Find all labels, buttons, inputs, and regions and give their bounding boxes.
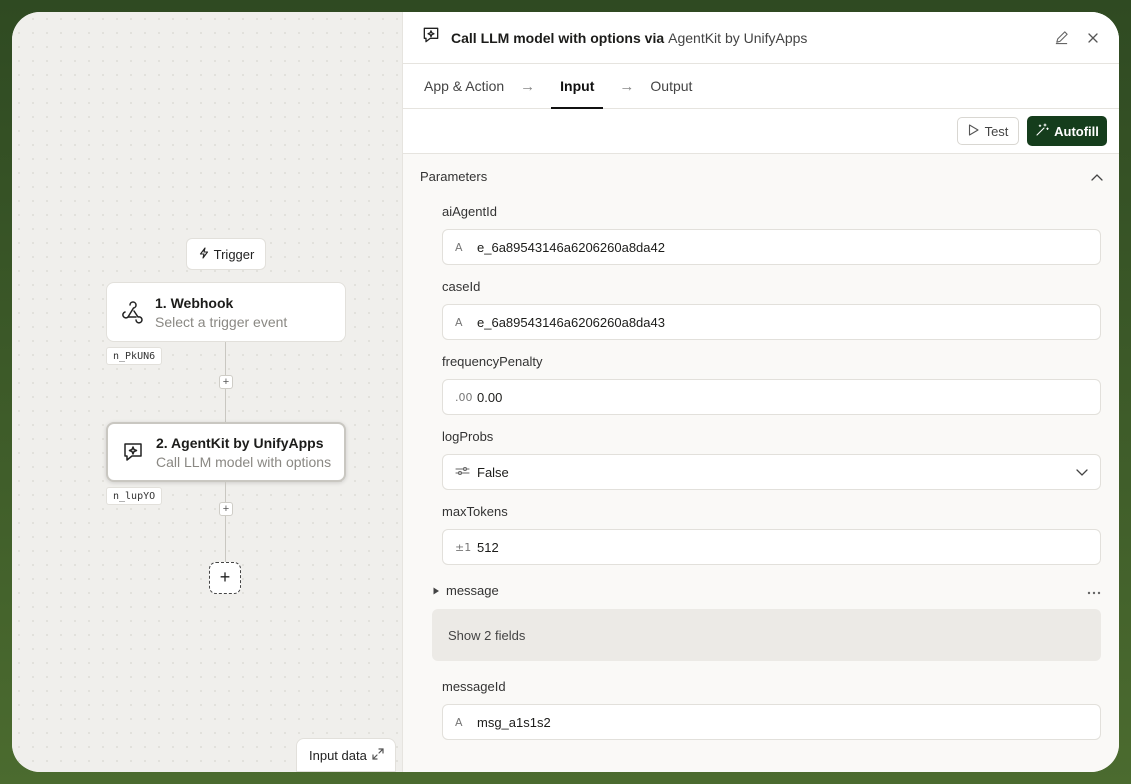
field-label: aiAgentId: [442, 204, 497, 219]
step-tabs: App & Action → Input → Output: [403, 64, 1119, 109]
chevron-down-icon: [1076, 465, 1088, 480]
trigger-pill[interactable]: Trigger: [186, 238, 266, 270]
toggle-type-icon: [455, 466, 477, 479]
more-options-icon[interactable]: [1087, 583, 1101, 598]
webhook-icon: [119, 299, 145, 325]
node-id-tag: n_PkUN6: [106, 347, 163, 365]
show-fields-label: Show 2 fields: [448, 627, 526, 643]
text-type-icon: A: [455, 715, 463, 729]
add-step-button[interactable]: +: [209, 562, 241, 594]
chevron-up-icon: [1091, 169, 1103, 184]
messageid-input[interactable]: A msg_a1s1s2: [442, 704, 1101, 740]
aiagentid-input[interactable]: A e_6a89543146a6206260a8da42: [442, 229, 1101, 265]
field-label: frequencyPenalty: [442, 354, 543, 369]
logprobs-select[interactable]: False: [442, 454, 1101, 490]
panel-toolbar: Test Autofill: [403, 109, 1119, 154]
parameters-section-header[interactable]: Parameters: [403, 154, 1119, 198]
input-data-label: Input data: [309, 747, 367, 763]
insert-step-button[interactable]: +: [219, 502, 233, 516]
ai-chat-icon: [120, 439, 146, 465]
node-subtitle: Call LLM model with options: [156, 453, 332, 470]
field-label: maxTokens: [442, 504, 508, 519]
integer-type-icon: ±1: [455, 540, 472, 554]
panel-title: Call LLM model with options via: [451, 29, 665, 46]
text-type-icon: A: [455, 240, 463, 254]
close-icon[interactable]: [1083, 28, 1103, 48]
ai-chat-icon: [421, 25, 441, 50]
test-label: Test: [984, 123, 1009, 139]
message-group-header[interactable]: message: [432, 577, 1101, 603]
trigger-label: Trigger: [213, 246, 255, 262]
step-config-panel: Call LLM model with options via AgentKit…: [402, 12, 1119, 772]
tab-output[interactable]: Output: [650, 64, 692, 108]
node-title: 2. AgentKit by UnifyApps: [156, 434, 324, 451]
expand-icon: [371, 747, 385, 764]
field-value: msg_a1s1s2: [477, 714, 551, 730]
arrow-right-icon: →: [520, 77, 536, 95]
edit-icon[interactable]: [1051, 28, 1071, 48]
node-title: 1. Webhook: [155, 294, 234, 311]
message-label: message: [446, 582, 499, 598]
decimal-type-icon: .00: [455, 390, 473, 404]
field-value: 0.00: [477, 389, 503, 405]
workflow-canvas[interactable]: Trigger 1. Webhook Select a trigger even…: [12, 12, 402, 772]
field-value: e_6a89543146a6206260a8da43: [477, 314, 665, 330]
field-label: caseId: [442, 279, 481, 294]
bolt-icon: [198, 246, 210, 262]
caseid-input[interactable]: A e_6a89543146a6206260a8da43: [442, 304, 1101, 340]
maxtokens-input[interactable]: ±1 512: [442, 529, 1101, 565]
agentkit-node[interactable]: 2. AgentKit by UnifyApps Call LLM model …: [106, 422, 346, 482]
tab-app-action[interactable]: App & Action: [424, 64, 504, 108]
show-fields-button[interactable]: Show 2 fields: [432, 609, 1101, 661]
frequencypenalty-input[interactable]: .00 0.00: [442, 379, 1101, 415]
tab-input[interactable]: Input: [551, 64, 604, 109]
autofill-label: Autofill: [1054, 123, 1099, 139]
panel-app-name: AgentKit by UnifyApps: [668, 29, 808, 46]
connector-line: [225, 482, 226, 562]
node-subtitle: Select a trigger event: [155, 313, 288, 330]
autofill-button[interactable]: Autofill: [1027, 116, 1107, 146]
arrow-right-icon: →: [619, 77, 635, 95]
app-frame: Trigger 1. Webhook Select a trigger even…: [12, 12, 1119, 772]
input-data-button[interactable]: Input data: [296, 738, 396, 772]
field-value: e_6a89543146a6206260a8da42: [477, 239, 665, 255]
panel-header: Call LLM model with options via AgentKit…: [403, 12, 1119, 64]
webhook-node[interactable]: 1. Webhook Select a trigger event: [106, 282, 346, 342]
field-label: logProbs: [442, 429, 494, 444]
caret-right-icon: [432, 583, 440, 598]
text-type-icon: A: [455, 315, 463, 329]
insert-step-button[interactable]: +: [219, 375, 233, 389]
field-value: 512: [477, 539, 499, 555]
section-title: Parameters: [420, 168, 488, 184]
test-button[interactable]: Test: [957, 117, 1019, 145]
node-id-tag: n_lupYO: [106, 487, 163, 505]
field-value: False: [477, 464, 509, 480]
field-label: messageId: [442, 679, 506, 694]
parameters-list: aiAgentId A e_6a89543146a6206260a8da42 c…: [403, 204, 1119, 740]
magic-wand-icon: [1035, 122, 1049, 140]
play-icon: [968, 123, 979, 139]
